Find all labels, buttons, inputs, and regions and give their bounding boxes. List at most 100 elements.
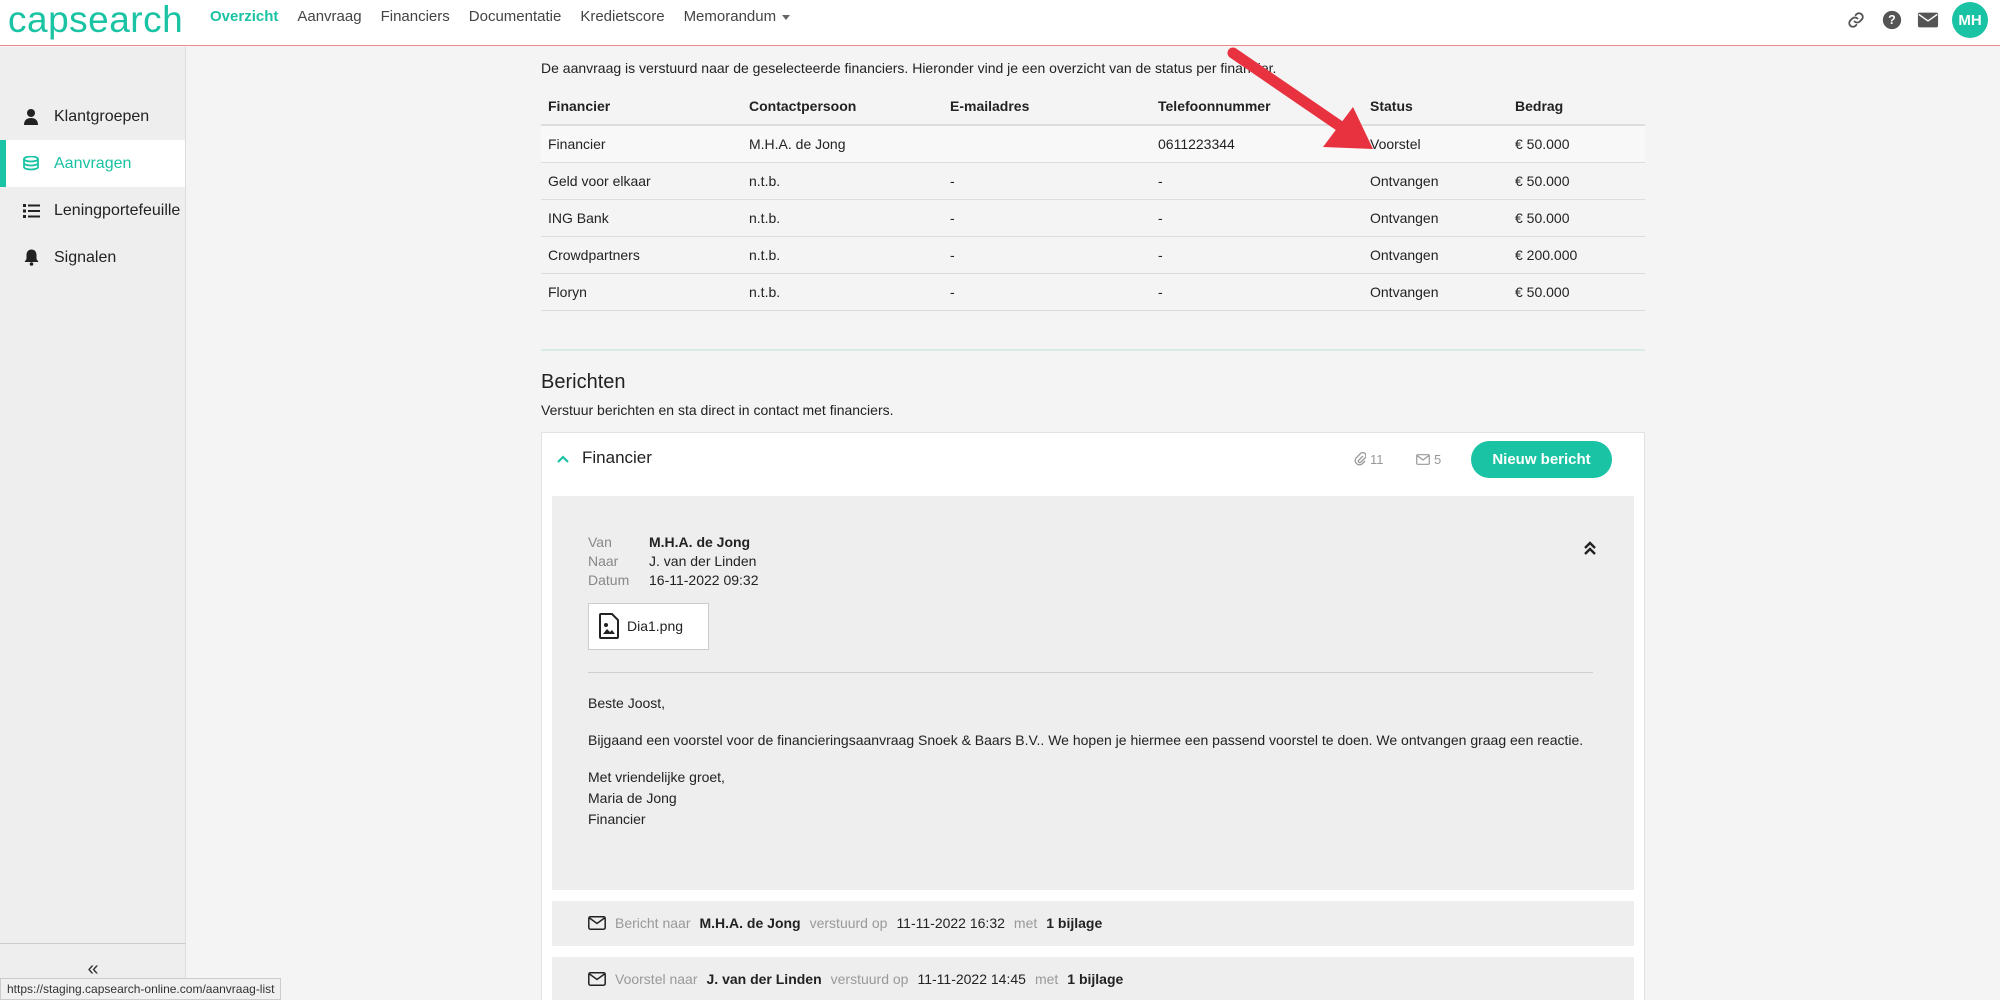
panel-title: Financier (582, 447, 652, 467)
caret-down-icon (782, 14, 791, 20)
cell-status: Ontvangen (1363, 199, 1508, 237)
envelope-icon (588, 972, 606, 986)
message-sent-label: verstuurd op (809, 915, 888, 931)
cell-amount: € 50.000 (1508, 199, 1645, 237)
message-list-item[interactable]: Voorstel naar J. van der Linden verstuur… (552, 956, 1634, 1000)
envelope-icon (1416, 453, 1430, 465)
section-divider (541, 348, 1645, 351)
attachment-count-value: 11 (1370, 451, 1384, 467)
message-greeting: Beste Joost, (588, 694, 666, 711)
message-sender-org: Financier (588, 810, 646, 827)
sidebar: Klantgroepen Aanvragen Leningportefeuill… (0, 47, 186, 1000)
list-icon (22, 203, 40, 218)
table-row[interactable]: Floryn n.t.b. - - Ontvangen € 50.000 (541, 273, 1645, 311)
cell-phone: - (1151, 236, 1363, 274)
sidebar-item-leningportefeuille[interactable]: Leningportefeuille (0, 187, 185, 234)
cell-email: - (943, 199, 1151, 237)
nav-financiers[interactable]: Financiers (381, 8, 450, 25)
cell-email (943, 125, 1151, 163)
message-list-item[interactable]: Bericht naar M.H.A. de Jong verstuurd op… (552, 900, 1634, 946)
nav-overzicht[interactable]: Overzicht (210, 8, 278, 25)
cell-contact: n.t.b. (742, 236, 943, 274)
chevron-up-icon[interactable] (556, 451, 570, 469)
from-label: Van (588, 533, 612, 550)
cell-contact: n.t.b. (742, 273, 943, 311)
link-icon[interactable] (1844, 8, 1868, 32)
message-attachments: 1 bijlage (1046, 915, 1103, 931)
sidebar-item-label: Signalen (54, 248, 117, 266)
table-row[interactable]: ING Bank n.t.b. - - Ontvangen € 50.000 (541, 199, 1645, 237)
bell-icon (22, 249, 40, 266)
cell-phone: - (1151, 162, 1363, 200)
message-with-label: met (1034, 971, 1059, 987)
avatar[interactable]: MH (1952, 2, 1988, 38)
nav-kredietscore[interactable]: Kredietscore (580, 8, 664, 25)
attachment-count: 11 (1354, 452, 1384, 467)
sidebar-item-signalen[interactable]: Signalen (0, 234, 185, 281)
cell-contact: M.H.A. de Jong (742, 125, 943, 163)
nav-documentatie[interactable]: Documentatie (469, 8, 562, 25)
message-attachments: 1 bijlage (1067, 971, 1124, 987)
table-row[interactable]: Financier M.H.A. de Jong 0611223344 Voor… (541, 125, 1645, 163)
logo[interactable]: capsearch (8, 0, 183, 40)
message-divider (588, 671, 1593, 673)
col-contactpersoon: Contactpersoon (742, 87, 943, 126)
col-emailadres: E-mailadres (943, 87, 1151, 126)
collapse-message-icon[interactable] (1583, 540, 1597, 561)
col-financier: Financier (541, 87, 742, 126)
financiers-table: Financier Contactpersoon E-mailadres Tel… (541, 87, 1645, 311)
panel-header[interactable]: Financier 11 5 Nieuw bericht (542, 433, 1644, 486)
sidebar-item-klantgroepen[interactable]: Klantgroepen (0, 93, 185, 140)
cell-financier: Floryn (541, 273, 742, 311)
message-meta: Van M.H.A. de Jong Naar J. van der Linde… (588, 534, 1598, 588)
message-closing: Met vriendelijke groet, (588, 768, 725, 785)
cell-financier: Financier (541, 125, 742, 163)
table-row[interactable]: Crowdpartners n.t.b. - - Ontvangen € 200… (541, 236, 1645, 274)
sidebar-item-label: Leningportefeuille (54, 201, 181, 219)
message-text: Bijgaand een voorstel voor de financieri… (588, 731, 1584, 748)
intro-text: De aanvraag is verstuurd naar de geselec… (541, 60, 1277, 76)
cell-status: Ontvangen (1363, 273, 1508, 311)
message-with-label: met (1013, 915, 1038, 931)
cell-email: - (943, 236, 1151, 274)
message-sent-label: verstuurd op (830, 971, 909, 987)
from-value: M.H.A. de Jong (649, 533, 751, 550)
annotation-arrow (1227, 47, 1373, 149)
message-detail: Van M.H.A. de Jong Naar J. van der Linde… (552, 495, 1634, 890)
table-header-row: Financier Contactpersoon E-mailadres Tel… (541, 87, 1645, 126)
nav-memorandum[interactable]: Memorandum (684, 8, 791, 25)
message-recipient: J. van der Linden (706, 971, 822, 987)
to-label: Naar (588, 552, 619, 569)
sidebar-item-label: Aanvragen (54, 154, 132, 172)
sidebar-item-label: Klantgroepen (54, 107, 150, 125)
nav-aanvraag[interactable]: Aanvraag (297, 8, 361, 25)
table-row[interactable]: Geld voor elkaar n.t.b. - - Ontvangen € … (541, 162, 1645, 200)
cell-email: - (943, 273, 1151, 311)
date-value: 16-11-2022 09:32 (649, 571, 759, 588)
berichten-subtitle: Verstuur berichten en sta direct in cont… (541, 401, 894, 418)
cell-email: - (943, 162, 1151, 200)
message-count-value: 5 (1434, 451, 1442, 467)
message-date: 11-11-2022 14:45 (917, 971, 1026, 987)
cell-phone: - (1151, 199, 1363, 237)
cell-phone: - (1151, 273, 1363, 311)
attachment-file[interactable]: Dia1.png (588, 602, 709, 650)
date-label: Datum (588, 571, 630, 588)
cell-financier: Geld voor elkaar (541, 162, 742, 200)
berichten-title: Berichten (541, 370, 626, 393)
help-icon[interactable]: ? (1880, 8, 1904, 32)
top-icons: ? MH (1844, 2, 1988, 38)
status-bar-url: https://staging.capsearch-online.com/aan… (0, 978, 282, 1000)
nav-memorandum-label: Memorandum (683, 8, 777, 25)
coins-icon (22, 155, 40, 172)
message-sender-name: Maria de Jong (588, 789, 677, 806)
message-body: Beste Joost, Bijgaand een voorstel voor … (588, 693, 1598, 830)
message-count: 5 (1416, 452, 1441, 467)
top-bar: capsearch Overzicht Aanvraag Financiers … (0, 0, 2000, 46)
sidebar-item-aanvragen[interactable]: Aanvragen (0, 140, 185, 187)
image-file-icon (599, 613, 619, 639)
new-message-button[interactable]: Nieuw bericht (1471, 440, 1612, 478)
mail-icon[interactable] (1916, 8, 1940, 32)
main-content: De aanvraag is verstuurd naar de geselec… (541, 47, 1645, 1000)
cell-financier: ING Bank (541, 199, 742, 237)
